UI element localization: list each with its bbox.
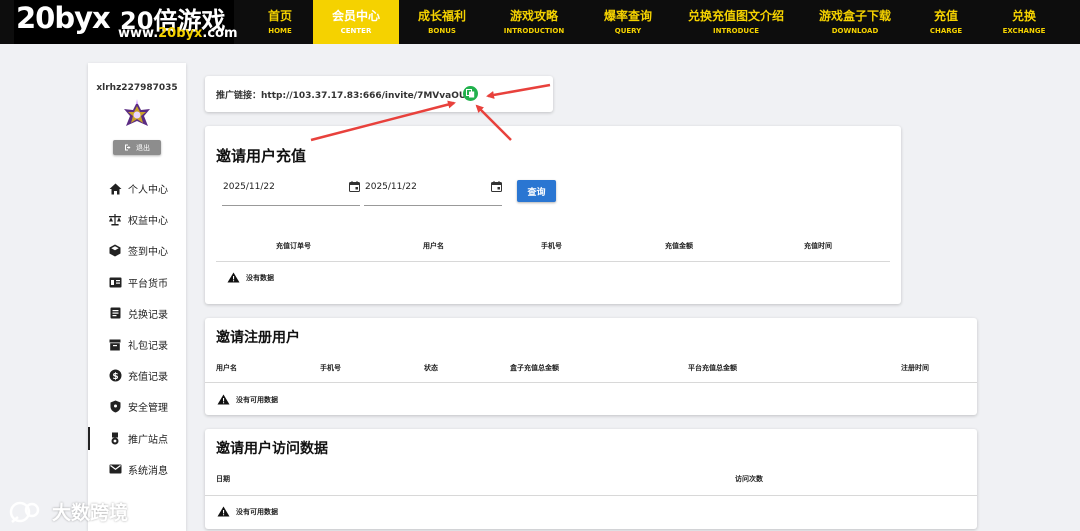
column-header[interactable]: 平台充值总金额 bbox=[688, 363, 737, 373]
column-header[interactable]: 充值时间 bbox=[804, 241, 832, 251]
copy-link-button[interactable] bbox=[463, 86, 478, 101]
column-header[interactable]: 用户名 bbox=[216, 363, 237, 373]
watermark-logo-icon bbox=[9, 501, 40, 523]
column-header[interactable]: 盒子充值总金额 bbox=[510, 363, 559, 373]
mail-icon bbox=[108, 462, 122, 476]
column-header[interactable]: 日期 bbox=[216, 474, 230, 484]
column-header[interactable]: 用户名 bbox=[423, 241, 444, 251]
logo-url: www.20byx.com bbox=[118, 26, 238, 41]
sidebar-item-messages[interactable]: 系统消息 bbox=[88, 454, 186, 485]
cube-icon bbox=[108, 244, 122, 258]
sidebar-item-promotion[interactable]: 推广站点 bbox=[88, 423, 186, 454]
sidebar-item-label: 权益中心 bbox=[128, 216, 168, 228]
card-title: 邀请注册用户 bbox=[216, 330, 300, 346]
sidebar-item-label: 平台货币 bbox=[128, 278, 168, 290]
warning-icon bbox=[227, 272, 240, 283]
column-header[interactable]: 状态 bbox=[424, 363, 438, 373]
emblem-icon bbox=[124, 99, 150, 126]
nav-bonus[interactable]: 成长福利 BONUS bbox=[399, 0, 485, 44]
sidebar-item-recharge-log[interactable]: $ 充值记录 bbox=[88, 360, 186, 391]
sidebar-item-security[interactable]: 安全管理 bbox=[88, 391, 186, 422]
copy-icon bbox=[466, 89, 475, 98]
sidebar-item-label: 兑换记录 bbox=[128, 309, 168, 321]
promo-link-card: 推广链接：http://103.37.17.83:666/invite/7MVv… bbox=[205, 76, 553, 112]
sidebar-item-exchange-log[interactable]: 兑换记录 bbox=[88, 298, 186, 329]
sidebar-item-label: 充值记录 bbox=[128, 372, 168, 384]
sidebar-item-profile[interactable]: 个人中心 bbox=[88, 173, 186, 204]
top-navbar: 20byx 20倍游戏 www.20byx.com 首页 HOME 会员中心 CEN… bbox=[0, 0, 1080, 44]
sidebar-item-currency[interactable]: 平台货币 bbox=[88, 267, 186, 298]
sidebar-item-label: 签到中心 bbox=[128, 247, 168, 259]
logout-label: 退出 bbox=[136, 143, 150, 152]
nav-download[interactable]: 游戏盒子下载 DOWNLOAD bbox=[799, 0, 911, 44]
card-title: 邀请用户访问数据 bbox=[216, 441, 328, 457]
calendar-icon[interactable] bbox=[349, 181, 360, 195]
dollar-circle-icon: $ bbox=[108, 369, 122, 383]
invite-visits-card: 邀请用户访问数据 日期 访问次数 没有可用数据 bbox=[205, 429, 977, 529]
nav-charge[interactable]: 充值 CHARGE bbox=[911, 0, 981, 44]
empty-state: 没有可用数据 bbox=[217, 506, 278, 517]
sidebar-item-label: 推广站点 bbox=[128, 434, 168, 446]
logout-icon bbox=[125, 144, 131, 151]
home-icon bbox=[108, 182, 122, 196]
username: xlrhz227987035 bbox=[96, 83, 178, 93]
sidebar-item-label: 个人中心 bbox=[128, 185, 168, 197]
warning-icon bbox=[217, 506, 230, 517]
promo-link-text[interactable]: 推广链接：http://103.37.17.83:666/invite/7MVv… bbox=[216, 88, 470, 101]
shield-icon bbox=[108, 400, 122, 414]
svg-text:$: $ bbox=[112, 372, 118, 382]
sidebar-item-checkin[interactable]: 签到中心 bbox=[88, 235, 186, 266]
nav-exchange[interactable]: 兑换 EXCHANGE bbox=[981, 0, 1067, 44]
query-button[interactable]: 查询 bbox=[517, 180, 556, 202]
watermark: 大数跨境 bbox=[8, 498, 128, 525]
nav-query[interactable]: 爆率查询 QUERY bbox=[583, 0, 673, 44]
divider bbox=[205, 382, 977, 383]
invite-register-card: 邀请注册用户 用户名 手机号 状态 盒子充值总金额 平台充值总金额 注册时间 没… bbox=[205, 318, 977, 415]
empty-state: 没有数据 bbox=[227, 272, 274, 283]
sidebar-item-gift-log[interactable]: 礼包记录 bbox=[88, 329, 186, 360]
document-icon bbox=[108, 306, 122, 320]
start-date-field[interactable]: 2025/11/22 bbox=[222, 178, 360, 206]
main-nav: 首页 HOME 会员中心 CENTER 成长福利 BONUS 游戏攻略 INTRODUC… bbox=[247, 0, 1067, 44]
sidebar: xlrhz227987035 退出 个人中心 权益中心 签到中心 平台货币 兑换… bbox=[88, 63, 186, 531]
column-header[interactable]: 注册时间 bbox=[901, 363, 929, 373]
nav-introduce[interactable]: 兑换充值图文介绍 INTRODUCE bbox=[673, 0, 799, 44]
nav-introduction[interactable]: 游戏攻略 INTRODUCTION bbox=[485, 0, 583, 44]
avatar bbox=[121, 99, 153, 131]
column-header[interactable]: 访问次数 bbox=[735, 474, 763, 484]
sidebar-menu: 个人中心 权益中心 签到中心 平台货币 兑换记录 礼包记录 $ 充值记录 安全管 bbox=[88, 173, 186, 485]
column-header[interactable]: 充值订单号 bbox=[276, 241, 311, 251]
logo-text: 20byx bbox=[16, 1, 111, 35]
currency-card-icon bbox=[108, 275, 122, 289]
sidebar-item-label: 安全管理 bbox=[128, 403, 168, 415]
sidebar-item-label: 礼包记录 bbox=[128, 341, 168, 353]
end-date-field[interactable]: 2025/11/22 bbox=[364, 178, 502, 206]
sidebar-item-label: 系统消息 bbox=[128, 465, 168, 477]
divider bbox=[216, 261, 890, 262]
calendar-icon[interactable] bbox=[491, 181, 502, 195]
divider bbox=[205, 495, 977, 496]
card-title: 邀请用户充值 bbox=[216, 147, 307, 165]
medal-icon bbox=[108, 431, 122, 445]
empty-state: 没有可用数据 bbox=[217, 394, 278, 405]
nav-center[interactable]: 会员中心 CENTER bbox=[313, 0, 399, 44]
nav-home[interactable]: 首页 HOME bbox=[247, 0, 313, 44]
archive-icon bbox=[108, 338, 122, 352]
column-header[interactable]: 手机号 bbox=[541, 241, 562, 251]
logout-button[interactable]: 退出 bbox=[113, 140, 161, 155]
sidebar-item-rights[interactable]: 权益中心 bbox=[88, 204, 186, 235]
site-logo[interactable]: 20byx 20倍游戏 www.20byx.com bbox=[14, 0, 238, 44]
invite-recharge-card: 邀请用户充值 2025/11/22 2025/11/22 查询 充值订单号 用户… bbox=[205, 126, 901, 304]
warning-icon bbox=[217, 394, 230, 405]
scale-icon bbox=[108, 213, 122, 227]
column-header[interactable]: 充值金额 bbox=[665, 241, 693, 251]
column-header[interactable]: 手机号 bbox=[320, 363, 341, 373]
